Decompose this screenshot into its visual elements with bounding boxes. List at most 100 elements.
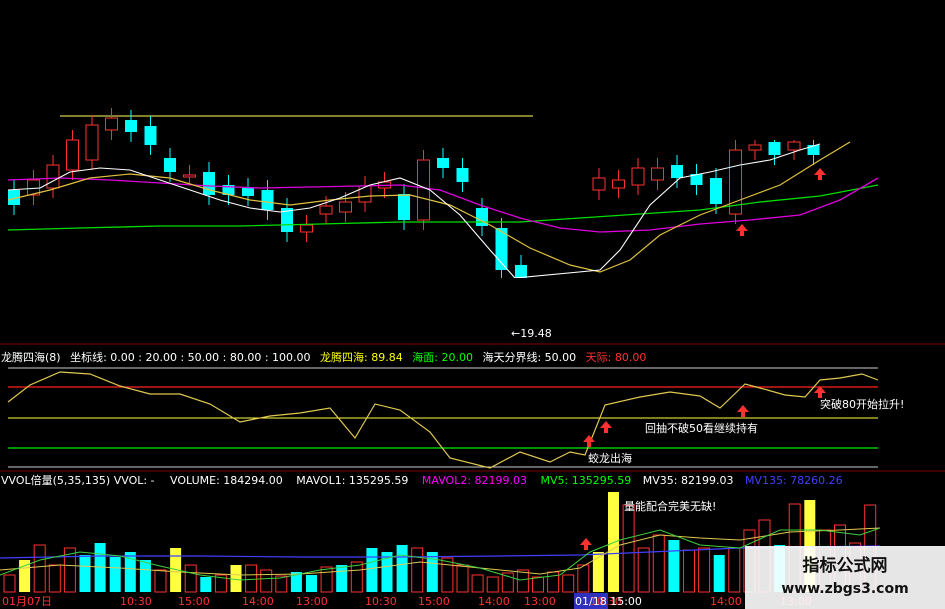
time-label: 15:00 <box>178 595 210 608</box>
volume-bar-up <box>471 574 484 593</box>
mavol2-value: MAVOL2: 82199.03 <box>422 474 527 487</box>
candle-up <box>46 164 60 189</box>
time-label: 10:30 <box>120 595 152 608</box>
volume-bar-down <box>200 577 212 592</box>
indicator-header: 龙腾四海(8) 坐标线: 0.00 : 20.00 : 50.00 : 80.0… <box>1 350 646 364</box>
redaction-box-top <box>534 0 945 140</box>
indicator-sky: 天际: 80.00 <box>586 351 647 364</box>
volume-bar-double <box>592 552 604 592</box>
volume-bar-up <box>652 534 665 593</box>
candle-up <box>651 167 664 181</box>
volume-bar-down <box>336 565 348 592</box>
volume-bar-down <box>366 548 378 592</box>
candle-up <box>85 124 99 161</box>
indicator-value: 龙腾四海: 89.84 <box>320 350 403 364</box>
time-label: 10:30 <box>365 595 397 608</box>
time-label: 14:00 <box>242 595 274 608</box>
volume-bar-up <box>33 544 46 593</box>
volume-bar-down <box>426 552 438 592</box>
volume-bar-up <box>622 504 635 593</box>
mv35-value: MV35: 82199.03 <box>643 474 734 487</box>
volume-bar-up <box>350 561 363 593</box>
indicator-panel: 龙腾四海(8) 坐标线: 0.00 : 20.00 : 50.00 : 80.0… <box>1 350 904 469</box>
volume-bar-up <box>728 547 741 593</box>
volume-bar-up <box>562 574 575 593</box>
candle-down <box>671 165 683 178</box>
candle-down <box>144 126 157 145</box>
ma-white-line <box>7 143 821 279</box>
candle-down <box>242 188 254 196</box>
signal-arrows <box>736 168 826 236</box>
vvol-label: VVOL倍量(5,35,135) VVOL: - <box>1 473 155 487</box>
candle-up <box>748 144 762 151</box>
candle-up <box>417 159 430 221</box>
candle-up <box>105 117 118 131</box>
mv135-value: MV135: 78260.26 <box>745 474 843 487</box>
up-arrow-icon <box>814 386 826 398</box>
candle-up <box>300 224 313 233</box>
volume-header: VVOL倍量(5,35,135) VVOL: - VOLUME: 184294.… <box>1 473 843 487</box>
stock-chart[interactable]: ←19.48 龙腾四海(8) 坐标线: 0.00 : 20.00 : 50.00… <box>0 0 945 609</box>
volume-bar-up <box>3 574 16 593</box>
watermark: 指标公式网 www.zbgs3.com <box>745 546 945 609</box>
candle-down <box>710 178 722 204</box>
volume-up-arrow-icon <box>580 538 592 550</box>
candle-down <box>203 172 215 195</box>
time-labels: 01月07日 10:30 15:00 14:00 13:00 10:30 15:00 14:0… <box>2 595 812 608</box>
volume-bar-double <box>608 492 619 592</box>
indicator-name: 龙腾四海(8) <box>1 350 61 364</box>
price-arrow-label: ←19.48 <box>511 327 552 340</box>
price-panel: ←19.48 <box>7 0 945 340</box>
volume-bar-up <box>683 549 695 593</box>
candle-down <box>456 168 469 182</box>
volume-bar-up <box>260 569 273 593</box>
candle-down <box>437 158 449 168</box>
indicator-sea-level: 海面: 20.00 <box>412 350 473 364</box>
up-arrow-icon <box>600 421 612 433</box>
volume-bar-down <box>668 540 680 592</box>
candle-up <box>339 201 352 213</box>
mv5-value: MV5: 135295.59 <box>541 474 632 487</box>
time-label: 01/18 15:00 <box>575 595 642 608</box>
mavol1-value: MAVOL1: 135295.59 <box>296 474 408 487</box>
volume-bar-up <box>441 557 454 593</box>
volume-bars <box>3 492 877 593</box>
volume-bar-down <box>396 545 408 592</box>
candle-down <box>515 265 527 278</box>
ma-magenta-line <box>7 177 879 233</box>
volume-bar-up <box>48 564 61 593</box>
volume-bar-up <box>532 576 544 593</box>
redaction-box-middle <box>224 278 720 328</box>
volume-bar-up <box>516 569 529 593</box>
volume-bar-up <box>577 564 590 593</box>
time-label: 14:00 <box>710 595 742 608</box>
candle-down <box>164 158 176 172</box>
volume-bar-down <box>713 555 725 592</box>
volume-bar-down <box>79 555 91 592</box>
time-label: 01月07日 <box>2 595 52 608</box>
indicator-axis: 坐标线: 0.00 : 20.00 : 50.00 : 80.00 : 100.… <box>70 350 310 364</box>
watermark-title: 指标公式网 <box>803 555 888 576</box>
watermark-url: www.zbgs3.com <box>781 581 908 597</box>
time-axis: 01月07日 10:30 15:00 14:00 13:00 10:30 15:00 14:0… <box>2 593 812 609</box>
up-arrow-icon <box>737 405 749 417</box>
time-label: 13:00 <box>296 595 328 608</box>
volume-value: VOLUME: 184294.00 <box>170 474 283 487</box>
candle-up <box>592 177 606 191</box>
time-label: 13:00 <box>524 595 556 608</box>
volume-annotation: 量能配合完美无缺! <box>624 499 716 513</box>
up-arrow-icon <box>736 224 748 236</box>
up-arrow-icon <box>583 435 595 447</box>
volume-bar-up <box>486 576 499 593</box>
volume-bar-up <box>456 564 469 593</box>
volume-bar-up <box>320 566 333 593</box>
volume-bar-down <box>109 557 121 592</box>
dragon-annotation: 蛟龙出海 <box>588 451 632 465</box>
volume-bar-up <box>411 547 424 593</box>
breakout-annotation: 突破80开始拉升! <box>820 397 904 411</box>
time-label: 14:00 <box>478 595 510 608</box>
volume-bar-double <box>230 565 242 592</box>
volume-bar-up <box>245 564 258 593</box>
volume-bar-up <box>698 547 711 593</box>
volume-bar-down <box>139 560 151 592</box>
